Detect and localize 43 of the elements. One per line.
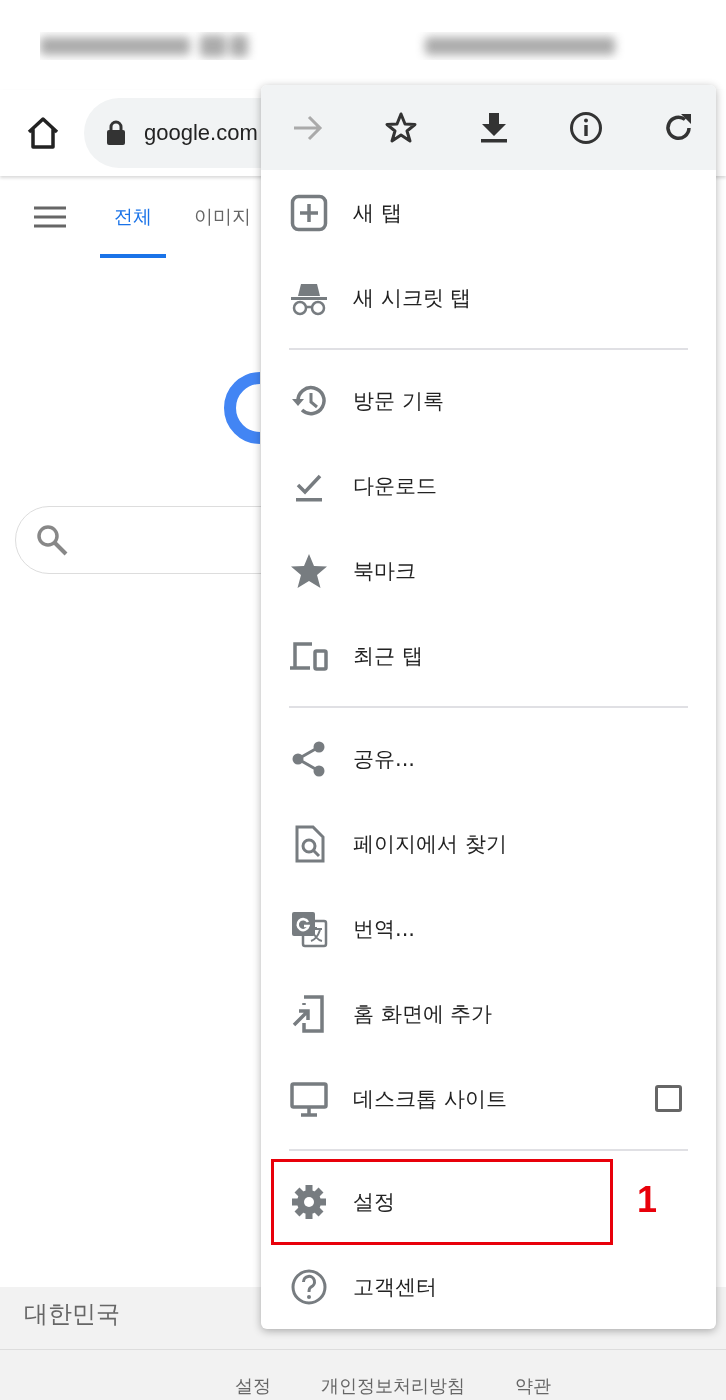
menu-item-label: 번역... bbox=[353, 915, 416, 943]
lock-icon bbox=[106, 120, 126, 146]
translate-icon bbox=[290, 909, 328, 948]
url-text: google.com bbox=[144, 120, 258, 146]
menu-item[interactable]: 고객센터 bbox=[261, 1244, 716, 1329]
menu-item[interactable]: 북마크 bbox=[261, 528, 716, 613]
menu-item[interactable]: 페이지에서 찾기 bbox=[261, 801, 716, 886]
search-icon bbox=[36, 524, 68, 556]
menu-item[interactable]: 홈 화면에 추가 bbox=[261, 971, 716, 1056]
plus-square-icon bbox=[290, 193, 328, 232]
menu-item-label: 홈 화면에 추가 bbox=[353, 1000, 493, 1028]
menu-item[interactable]: 다운로드 bbox=[261, 443, 716, 528]
menu-item-label: 새 탭 bbox=[353, 199, 402, 227]
menu-item-label: 방문 기록 bbox=[353, 387, 444, 415]
menu-item[interactable]: 공유... bbox=[261, 716, 716, 801]
settings-icon bbox=[290, 1182, 328, 1221]
menu-item-label: 데스크톱 사이트 bbox=[353, 1085, 507, 1113]
menu-item-label: 다운로드 bbox=[353, 472, 437, 500]
menu-item-label: 공유... bbox=[353, 745, 416, 773]
annotation-number: 1 bbox=[637, 1179, 658, 1221]
menu-item-label: 새 시크릿 탭 bbox=[353, 284, 472, 312]
menu-item[interactable]: 새 시크릿 탭 bbox=[261, 255, 716, 340]
monitor-icon bbox=[290, 1079, 328, 1118]
logo-drawing bbox=[222, 372, 262, 444]
help-icon bbox=[290, 1267, 328, 1306]
footer-link[interactable]: 개인정보처리방침 bbox=[321, 1374, 465, 1398]
search-tab[interactable]: 전체 bbox=[100, 176, 166, 258]
menu-item-label: 북마크 bbox=[353, 557, 416, 585]
checkbox[interactable] bbox=[655, 1085, 682, 1112]
home-icon[interactable] bbox=[26, 117, 60, 149]
menu-item-label: 고객센터 bbox=[353, 1273, 437, 1301]
menu-item-label: 설정 bbox=[353, 1188, 395, 1216]
menu-icon[interactable] bbox=[34, 206, 66, 228]
menu-item[interactable]: 최근 탭 bbox=[261, 613, 716, 698]
menu-item-label: 최근 탭 bbox=[353, 642, 423, 670]
menu-item[interactable]: 설정 1 bbox=[261, 1159, 716, 1244]
footer-link[interactable]: 약관 bbox=[515, 1374, 551, 1398]
menu-item[interactable]: 방문 기록 bbox=[261, 358, 716, 443]
menu-item[interactable]: 번역... bbox=[261, 886, 716, 971]
footer-link[interactable]: 설정 bbox=[235, 1374, 271, 1398]
menu-item[interactable]: 데스크톱 사이트 bbox=[261, 1056, 716, 1141]
menu-item-label: 페이지에서 찾기 bbox=[353, 830, 507, 858]
country-label: 대한민국 bbox=[24, 1299, 120, 1329]
